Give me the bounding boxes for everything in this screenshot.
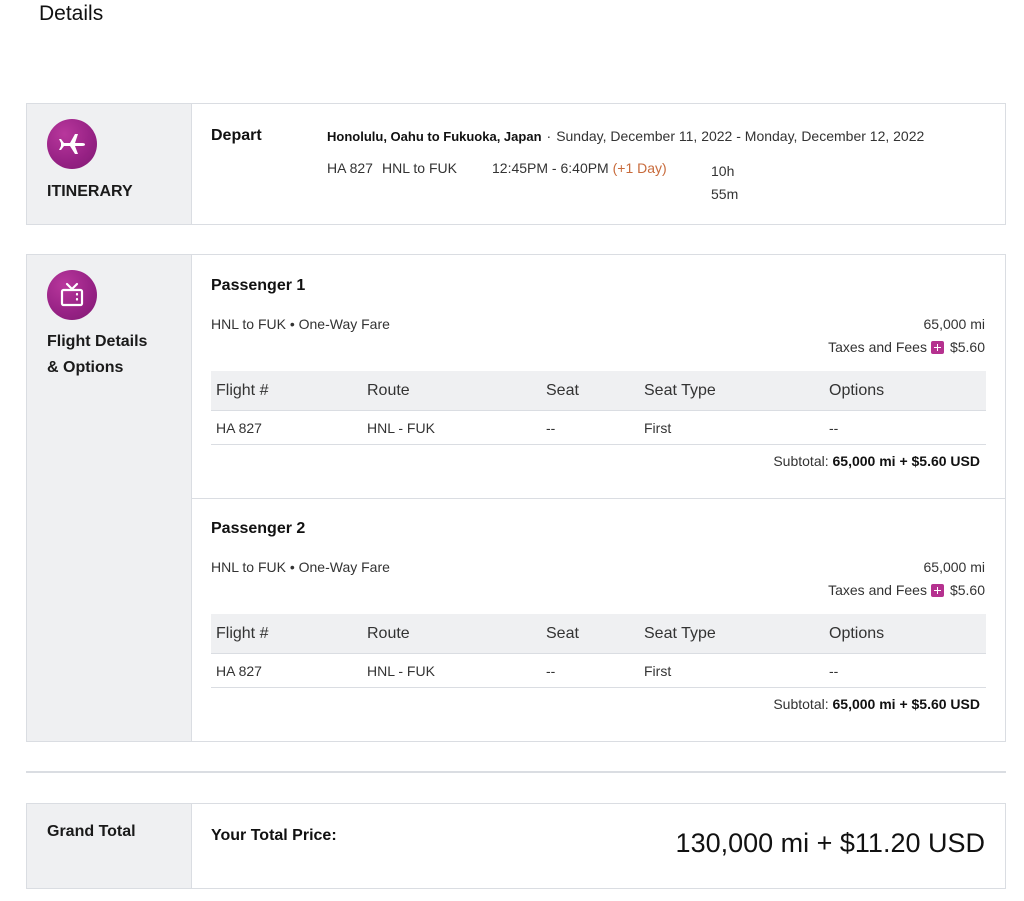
plane-icon — [47, 119, 97, 169]
taxes-fees-label: Taxes and Fees — [828, 339, 927, 355]
column-header: Route — [367, 381, 410, 399]
table-cell: -- — [546, 419, 556, 436]
passenger-title: Passenger 2 — [211, 520, 306, 537]
passenger-title: Passenger 1 — [211, 277, 306, 294]
plus-day-badge: (+1 Day) — [612, 160, 667, 176]
section-divider — [26, 771, 1006, 773]
passenger-section: Passenger 1 HNL to FUK • One-Way Fare 65… — [192, 255, 1005, 498]
expand-plus-icon[interactable] — [930, 340, 944, 354]
table-cell: First — [644, 662, 672, 679]
itinerary-label: ITINERARY — [47, 183, 133, 200]
depart-label: Depart — [211, 127, 262, 144]
flight-details-sidebar: Flight Details & Options — [27, 255, 192, 741]
flight-details-panel: Flight Details & Options Passenger 1 HNL… — [26, 254, 1006, 742]
itinerary-panel: ITINERARY Depart Honolulu, Oahu to Fukuo… — [26, 103, 1006, 225]
grand-total-sidebar: Grand Total — [27, 804, 192, 888]
itinerary-sidebar: ITINERARY — [27, 104, 192, 224]
column-header: Seat — [546, 624, 579, 642]
fare-description: HNL to FUK • One-Way Fare — [211, 316, 390, 332]
tv-icon — [47, 270, 97, 320]
flight-details-label-line2: & Options — [47, 359, 124, 376]
travel-dates: Sunday, December 11, 2022 - Monday, Dece… — [556, 128, 925, 144]
column-header: Seat Type — [644, 381, 716, 399]
table-row: HA 827 HNL - FUK -- First -- — [211, 411, 986, 445]
table-cell: -- — [829, 662, 839, 679]
table-cell: HNL - FUK — [367, 419, 435, 436]
passenger-section: Passenger 2 HNL to FUK • One-Way Fare 65… — [192, 498, 1005, 743]
subtotal-value: 65,000 mi + $5.60 USD — [832, 696, 981, 712]
flight-number: HA 827 — [327, 160, 373, 176]
flight-options-table: Flight # Route Seat Seat Type Options HA… — [211, 614, 986, 688]
grand-total-panel: Grand Total Your Total Price: 130,000 mi… — [26, 803, 1006, 889]
route-name: Honolulu, Oahu to Fukuoka, Japan — [327, 129, 542, 144]
flight-details-label: Flight Details & Options — [47, 329, 147, 381]
expand-plus-icon[interactable] — [930, 583, 944, 597]
table-cell: HA 827 — [216, 662, 262, 679]
column-header: Seat Type — [644, 624, 716, 642]
table-cell: -- — [546, 662, 556, 679]
taxes-fees-value: $5.60 — [949, 582, 985, 598]
separator-dot: · — [546, 128, 552, 144]
duration-hours: 10h — [711, 163, 735, 179]
duration-minutes: 55m — [711, 186, 739, 202]
column-header: Options — [829, 381, 885, 399]
taxes-fees-value: $5.60 — [949, 339, 985, 355]
fare-miles: 65,000 mi — [923, 316, 985, 332]
subtotal: Subtotal: 65,000 mi + $5.60 USD — [773, 696, 980, 712]
flight-options-table: Flight # Route Seat Seat Type Options HA… — [211, 371, 986, 445]
table-cell: First — [644, 419, 672, 436]
route-summary: Honolulu, Oahu to Fukuoka, Japan · Sunday,… — [327, 128, 924, 144]
taxes-fees-label: Taxes and Fees — [828, 582, 927, 598]
table-cell: HNL - FUK — [367, 662, 435, 679]
taxes-fees: Taxes and Fees $5.60 — [828, 339, 985, 355]
total-price: 130,000 mi + $11.20 USD — [675, 828, 985, 858]
table-cell: -- — [829, 419, 839, 436]
fare-miles: 65,000 mi — [923, 559, 985, 575]
your-total-label: Your Total Price: — [211, 827, 337, 844]
subtotal-value: 65,000 mi + $5.60 USD — [832, 453, 981, 469]
subtotal: Subtotal: 65,000 mi + $5.60 USD — [773, 453, 980, 469]
table-cell: HA 827 — [216, 419, 262, 436]
table-row: HA 827 HNL - FUK -- First -- — [211, 654, 986, 688]
column-header: Flight # — [216, 624, 269, 642]
times-text: 12:45PM - 6:40PM — [492, 160, 609, 176]
subtotal-label: Subtotal: — [773, 453, 829, 469]
column-header: Route — [367, 624, 410, 642]
page-title: Details — [39, 2, 104, 25]
fare-description: HNL to FUK • One-Way Fare — [211, 559, 390, 575]
column-header: Options — [829, 624, 885, 642]
column-header: Seat — [546, 381, 579, 399]
table-header: Flight # Route Seat Seat Type Options — [211, 371, 986, 411]
flight-details-label-line1: Flight Details — [47, 333, 148, 350]
grand-total-label: Grand Total — [47, 823, 136, 840]
table-header: Flight # Route Seat Seat Type Options — [211, 614, 986, 654]
taxes-fees: Taxes and Fees $5.60 — [828, 582, 985, 598]
subtotal-label: Subtotal: — [773, 696, 829, 712]
flight-segment: HNL to FUK — [382, 160, 457, 176]
flight-times: 12:45PM - 6:40PM (+1 Day) — [492, 160, 667, 176]
column-header: Flight # — [216, 381, 269, 399]
flight-duration: 10h 55m — [711, 160, 751, 206]
